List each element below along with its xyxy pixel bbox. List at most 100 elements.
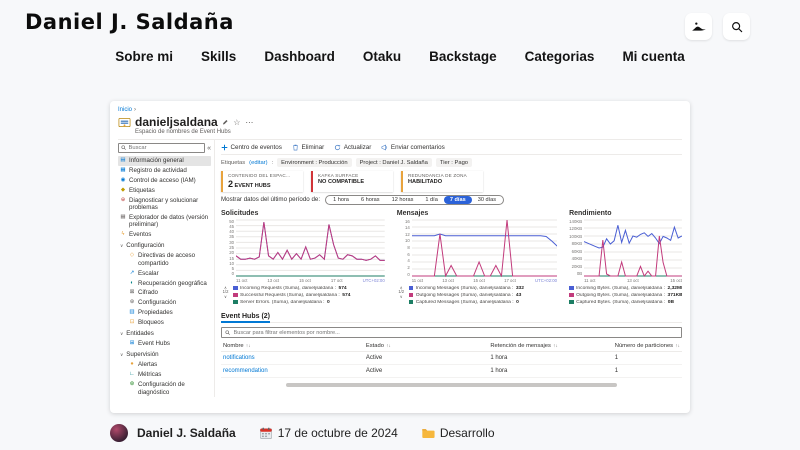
sidebar-item-directivas-de-acceso-compartido[interactable]: ◇Directivas de acceso compartido	[118, 251, 211, 268]
nav-dashboard[interactable]: Dashboard	[264, 49, 335, 64]
period-pill-group: 1 hora6 horas12 horas1 día7 días30 días	[325, 195, 504, 205]
legend-color-swatch	[409, 293, 414, 298]
nav-skills[interactable]: Skills	[201, 49, 236, 64]
legend-pager[interactable]: ∧1/2∨	[221, 286, 230, 307]
event-hubs-section: Event Hubs (2) Nombre ↑↓Estado ↑↓Retenci…	[221, 313, 682, 379]
period-30-d-as[interactable]: 30 días	[472, 196, 502, 204]
sidebar-item-control-de-acceso-iam[interactable]: ◉Control de acceso (IAM)	[118, 176, 211, 186]
legend-color-swatch	[233, 293, 238, 298]
overview-icon: ▤	[120, 157, 126, 164]
nav-otaku[interactable]: Otaku	[363, 49, 401, 64]
azure-sidebar: « ▤Información general▦Registro de activ…	[118, 140, 215, 397]
legend-pager[interactable]: ∧1/2∨	[397, 286, 406, 307]
sidebar-search-input[interactable]	[129, 145, 203, 151]
sidebar-item-explorador-de-datos-versi-n-preliminar[interactable]: ▦Explorador de datos (versión preliminar…	[118, 213, 211, 230]
sidebar-item-escalar[interactable]: ↗Escalar	[118, 268, 211, 278]
toolbar-centro-de-eventos[interactable]: Centro de eventos	[221, 144, 282, 151]
sidebar-item-cifrado[interactable]: ⊠Cifrado	[118, 288, 211, 298]
toolbar-enviar-comentarios[interactable]: Enviar comentarios	[381, 144, 444, 151]
period-12-horas[interactable]: 12 horas	[386, 196, 420, 204]
author-avatar[interactable]	[110, 424, 128, 442]
access-control-iam-icon: ◉	[120, 177, 126, 184]
period-6-horas[interactable]: 6 horas	[355, 196, 386, 204]
post-date: 17 de octubre de 2024	[278, 426, 398, 440]
sidebar-item-informaci-n-general[interactable]: ▤Información general	[118, 156, 211, 166]
period-7-d-as[interactable]: 7 días	[444, 196, 472, 204]
period-1-hora[interactable]: 1 hora	[327, 196, 355, 204]
sidebar-item-configuraci-n-de-diagn-stico[interactable]: ⊚Configuración de diagnóstico	[118, 380, 211, 397]
x-axis-labels: 11 oct13 oct15 oct	[584, 278, 682, 283]
legend-item: Server Errors. (Suma), danieljsaldana : …	[233, 300, 385, 305]
event-hub-link[interactable]: notifications	[221, 352, 364, 365]
sidebar-item-event-hubs[interactable]: ⊞Event Hubs	[118, 339, 211, 349]
sidebar-item-propiedades[interactable]: ▥Propiedades	[118, 308, 211, 318]
mountain-icon	[691, 19, 707, 35]
sidebar-section-supervisi-n[interactable]: ∨Supervisión	[118, 349, 211, 360]
search-icon	[730, 20, 744, 34]
more-options-icon[interactable]: ⋯	[245, 118, 253, 127]
sort-icon: ↑↓	[245, 343, 251, 348]
event-hubs-namespace-icon	[118, 116, 131, 129]
nav-mi-cuenta[interactable]: Mi cuenta	[622, 49, 684, 64]
sidebar-item-diagnosticar-y-solucionar-problemas[interactable]: ⊕Diagnosticar y solucionar problemas	[118, 196, 211, 213]
sidebar-item-etiquetas[interactable]: ◆Etiquetas	[118, 186, 211, 196]
sidebar-item-eventos[interactable]: ϟEventos	[118, 230, 211, 240]
nav-categorias[interactable]: Categorias	[525, 49, 595, 64]
y-axis-labels: 50454035302520151050	[221, 219, 236, 277]
summary-card-redundancia-de-zona: REDUNDANCIA DE ZONAHABILITADO	[401, 171, 483, 192]
column-header-nombre[interactable]: Nombre ↑↓	[221, 340, 364, 352]
event-hubs-filter-input[interactable]	[234, 330, 679, 336]
chart-rendimiento: Rendimiento140KB120KB100KB80KB60KB40KB20…	[569, 210, 682, 307]
sidebar-item-recuperaci-n-geogr-fica[interactable]: ◐Recuperación geográfica	[118, 278, 211, 288]
column-header-retenci-n-de-mensajes[interactable]: Retención de mensajes ↑↓	[488, 340, 612, 352]
chart-title: Mensajes	[397, 210, 557, 217]
folder-icon	[421, 426, 435, 440]
sidebar-item-configuraci-n[interactable]: ⊛Configuración	[118, 298, 211, 308]
event-hubs-search[interactable]	[221, 327, 682, 338]
nav-sobre-mi[interactable]: Sobre mi	[115, 49, 173, 64]
alerts-icon: ●	[129, 361, 135, 368]
resource-subtitle: Espacio de nombres de Event Hubs	[135, 129, 682, 135]
event-hub-link[interactable]: recommendation	[221, 365, 364, 378]
toolbar-eliminar[interactable]: Eliminar	[292, 144, 324, 151]
theme-toggle-button[interactable]	[685, 13, 712, 40]
sidebar-section-configuraci-n[interactable]: ∨Configuración	[118, 240, 211, 251]
sidebar-item-m-tricas[interactable]: ∟Métricas	[118, 370, 211, 380]
tags-edit-link[interactable]: (editar)	[249, 160, 267, 166]
summary-cards: CONTENIDO DEL ESPAC...2EVENT HUBSKAFKA S…	[221, 171, 682, 192]
tag-pill: Tier : Pago	[436, 158, 472, 167]
table-cell: Active	[364, 352, 488, 365]
sidebar-section-entidades[interactable]: ∨Entidades	[118, 328, 211, 339]
legend-color-swatch	[569, 293, 574, 298]
breadcrumb[interactable]: Inicio›	[118, 107, 682, 113]
edit-pencil-icon[interactable]	[222, 119, 229, 126]
horizontal-scrollbar[interactable]	[286, 383, 618, 387]
column-header-estado[interactable]: Estado ↑↓	[364, 340, 488, 352]
chart-solicitudes: Solicitudes5045403530252015105011 oct13 …	[221, 210, 385, 307]
chevron-down-icon: ∨	[120, 330, 123, 337]
nav-backstage[interactable]: Backstage	[429, 49, 497, 64]
post-category[interactable]: Desarrollo	[440, 426, 495, 440]
legend-item: Captured Messages (Suma), danieljsaldana…	[409, 300, 557, 305]
post-featured-image[interactable]: Inicio› danieljsaldana ☆ ⋯ Espacio de no…	[110, 101, 690, 413]
sidebar-item-bloqueos[interactable]: ⊡Bloqueos	[118, 318, 211, 328]
resource-title-row: danieljsaldana ☆ ⋯	[118, 115, 682, 129]
period-1-d-a[interactable]: 1 día	[419, 196, 443, 204]
period-selector-row: Mostrar datos del último período de: 1 h…	[221, 195, 682, 205]
site-logo[interactable]: Daniel J. Saldaña	[25, 10, 234, 34]
sidebar-item-registro-de-actividad[interactable]: ▦Registro de actividad	[118, 166, 211, 176]
breadcrumb-home-link[interactable]: Inicio	[118, 107, 132, 113]
search-button[interactable]	[723, 13, 750, 40]
post-author[interactable]: Daniel J. Saldaña	[137, 426, 236, 440]
legend-item: Successful Requests (Suma), danieljsalda…	[233, 293, 385, 298]
tags-row: Etiquetas (editar) : Environment : Produ…	[221, 158, 682, 167]
feedback-icon	[381, 144, 388, 151]
sort-icon: ↑↓	[385, 343, 391, 348]
column-header-n-mero-de-particiones[interactable]: Número de particiones ↑↓	[613, 340, 682, 352]
chevron-down-icon: ∨	[400, 295, 403, 300]
sidebar-item-alertas[interactable]: ●Alertas	[118, 360, 211, 370]
favorite-star-icon[interactable]: ☆	[233, 118, 240, 127]
sidebar-collapse-icon[interactable]: «	[207, 145, 211, 152]
toolbar-actualizar[interactable]: Actualizar	[334, 144, 371, 151]
tag-pill: Project : Daniel J. Saldaña	[356, 158, 432, 167]
